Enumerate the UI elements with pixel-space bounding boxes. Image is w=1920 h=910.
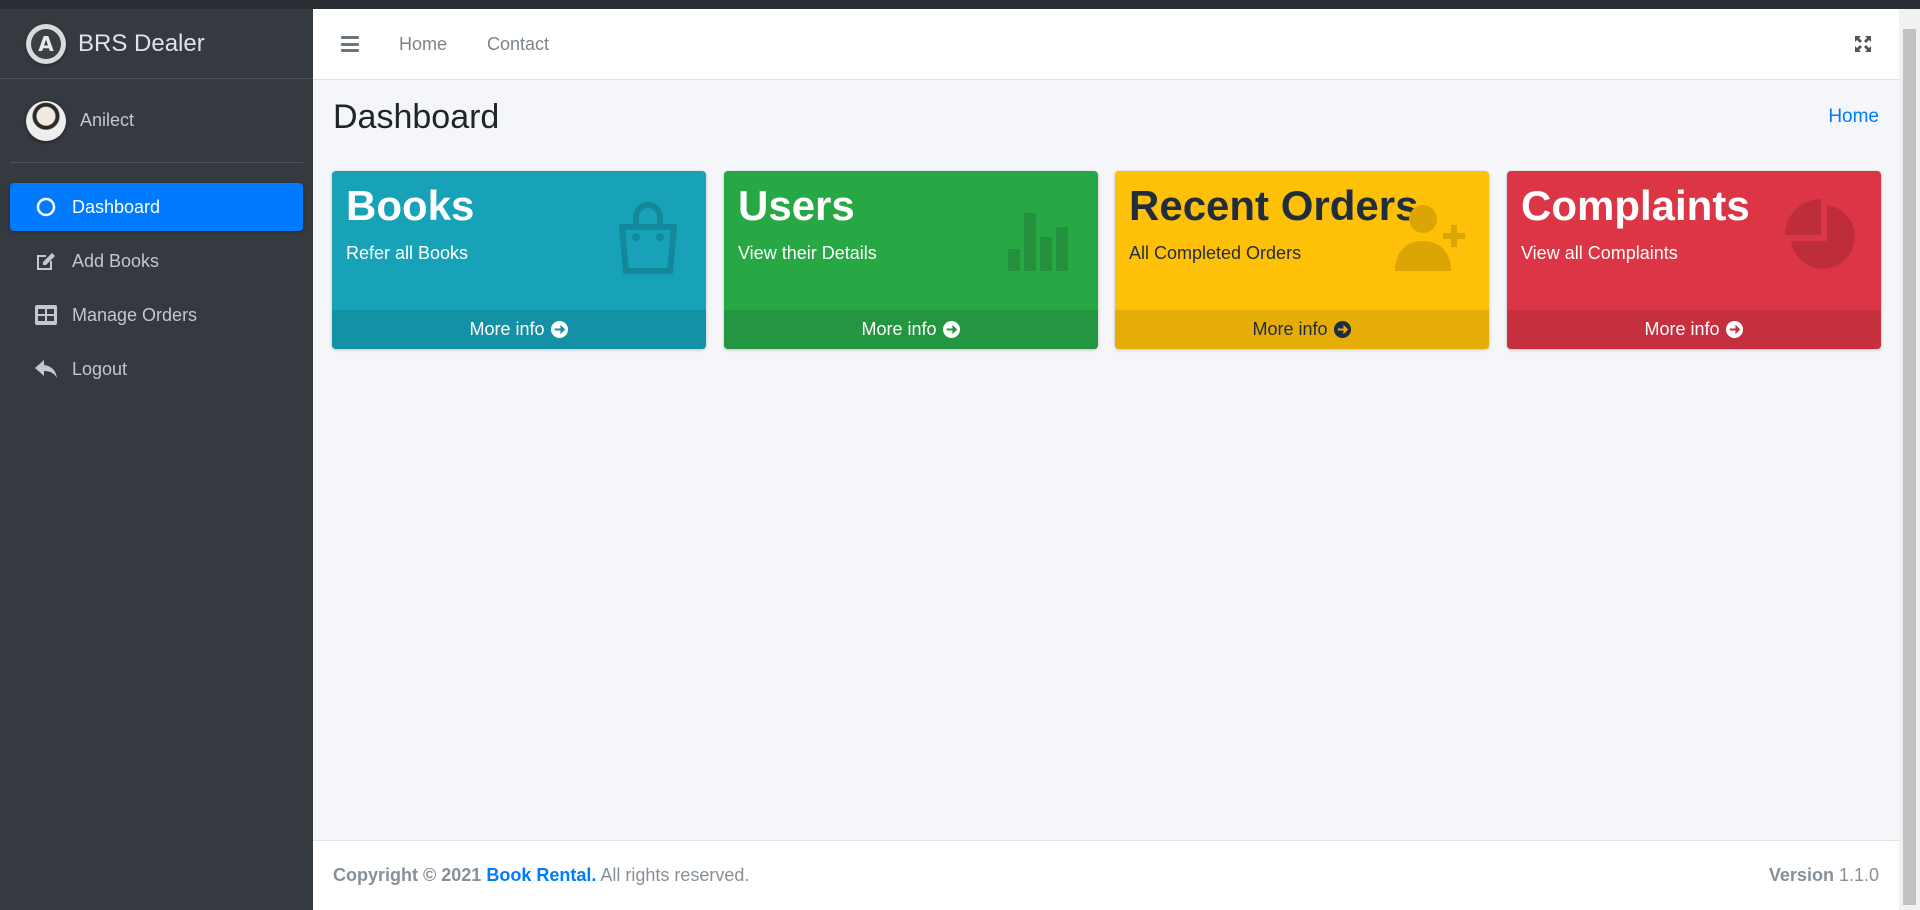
- navbar-link-home[interactable]: Home: [399, 34, 447, 55]
- sidebar-item-label: Logout: [72, 358, 128, 379]
- more-info-label: More info: [861, 319, 937, 339]
- breadcrumb-home[interactable]: Home: [1828, 106, 1879, 128]
- sidebar-item-manage-orders[interactable]: Manage Orders: [10, 291, 303, 339]
- hamburger-menu-icon[interactable]: [341, 36, 359, 52]
- table-icon: [34, 303, 58, 327]
- copyright-text: Copyright © 2021: [333, 865, 482, 885]
- brand-logo-letter: A: [31, 28, 61, 59]
- sidebar-nav: Dashboard Add Books Manage Orders Logout: [0, 163, 313, 393]
- content-header: Dashboard Home: [313, 80, 1899, 160]
- user-panel[interactable]: Anilect: [10, 79, 303, 163]
- top-navbar: Home Contact: [313, 9, 1899, 80]
- sidebar-item-label: Add Books: [72, 250, 160, 271]
- reply-icon: [34, 357, 58, 381]
- more-info-label: More info: [469, 319, 545, 339]
- sidebar-item-label: Dashboard: [72, 196, 161, 217]
- recent-orders-box: Recent Orders All Completed Orders More …: [1115, 171, 1489, 349]
- rights-text: All rights reserved.: [600, 865, 750, 885]
- arrow-circle-right-icon: [1725, 320, 1744, 339]
- more-info-label: More info: [1252, 319, 1328, 339]
- avatar: [26, 100, 66, 141]
- scrollbar-thumb[interactable]: [1903, 29, 1916, 905]
- sidebar-item-dashboard[interactable]: Dashboard: [10, 183, 303, 231]
- more-info-link[interactable]: More info: [332, 310, 706, 349]
- fullscreen-icon[interactable]: [1853, 34, 1873, 54]
- bag-icon: [608, 197, 688, 277]
- more-info-link[interactable]: More info: [1507, 310, 1881, 349]
- sidebar-item-label: Manage Orders: [72, 304, 198, 325]
- arrow-circle-right-icon: [1333, 320, 1352, 339]
- sidebar: A BRS Dealer Anilect Dashboard Add Books…: [0, 9, 313, 910]
- arrow-circle-right-icon: [550, 320, 569, 339]
- sidebar-item-logout[interactable]: Logout: [10, 345, 303, 393]
- footer-company-link[interactable]: Book Rental.: [486, 865, 596, 885]
- more-info-link[interactable]: More info: [724, 310, 1098, 349]
- more-info-link[interactable]: More info: [1115, 310, 1489, 349]
- footer-copyright: Copyright © 2021 Book Rental. All rights…: [333, 865, 749, 886]
- pie-chart-icon: [1783, 197, 1863, 277]
- more-info-label: More info: [1644, 319, 1720, 339]
- brand-title: BRS Dealer: [78, 29, 205, 57]
- window-top-strip: [0, 0, 1920, 9]
- footer-version: Version 1.1.0: [1769, 865, 1879, 886]
- page-title: Dashboard: [333, 98, 500, 136]
- edit-icon: [34, 249, 58, 273]
- brand-logo: A: [26, 23, 66, 64]
- user-name: Anilect: [80, 110, 135, 130]
- arrow-circle-right-icon: [942, 320, 961, 339]
- brand-link[interactable]: A BRS Dealer: [0, 9, 313, 79]
- books-box: Books Refer all Books More info: [332, 171, 706, 349]
- complaints-box: Complaints View all Complaints More info: [1507, 171, 1881, 349]
- page-footer: Copyright © 2021 Book Rental. All rights…: [313, 840, 1899, 910]
- version-label: Version: [1768, 865, 1834, 885]
- sidebar-item-add-books[interactable]: Add Books: [10, 237, 303, 285]
- version-number: 1.1.0: [1838, 865, 1879, 885]
- info-box-row: Books Refer all Books More info Users Vi…: [332, 171, 1881, 349]
- main-wrapper: Home Contact Dashboard Home Books Refer …: [313, 9, 1899, 910]
- users-box: Users View their Details More info: [724, 171, 1098, 349]
- page-scrollbar[interactable]: [1899, 9, 1920, 910]
- navbar-link-contact[interactable]: Contact: [487, 34, 549, 55]
- bar-chart-icon: [1000, 197, 1080, 277]
- circle-icon: [34, 195, 58, 219]
- user-plus-icon: [1391, 197, 1471, 277]
